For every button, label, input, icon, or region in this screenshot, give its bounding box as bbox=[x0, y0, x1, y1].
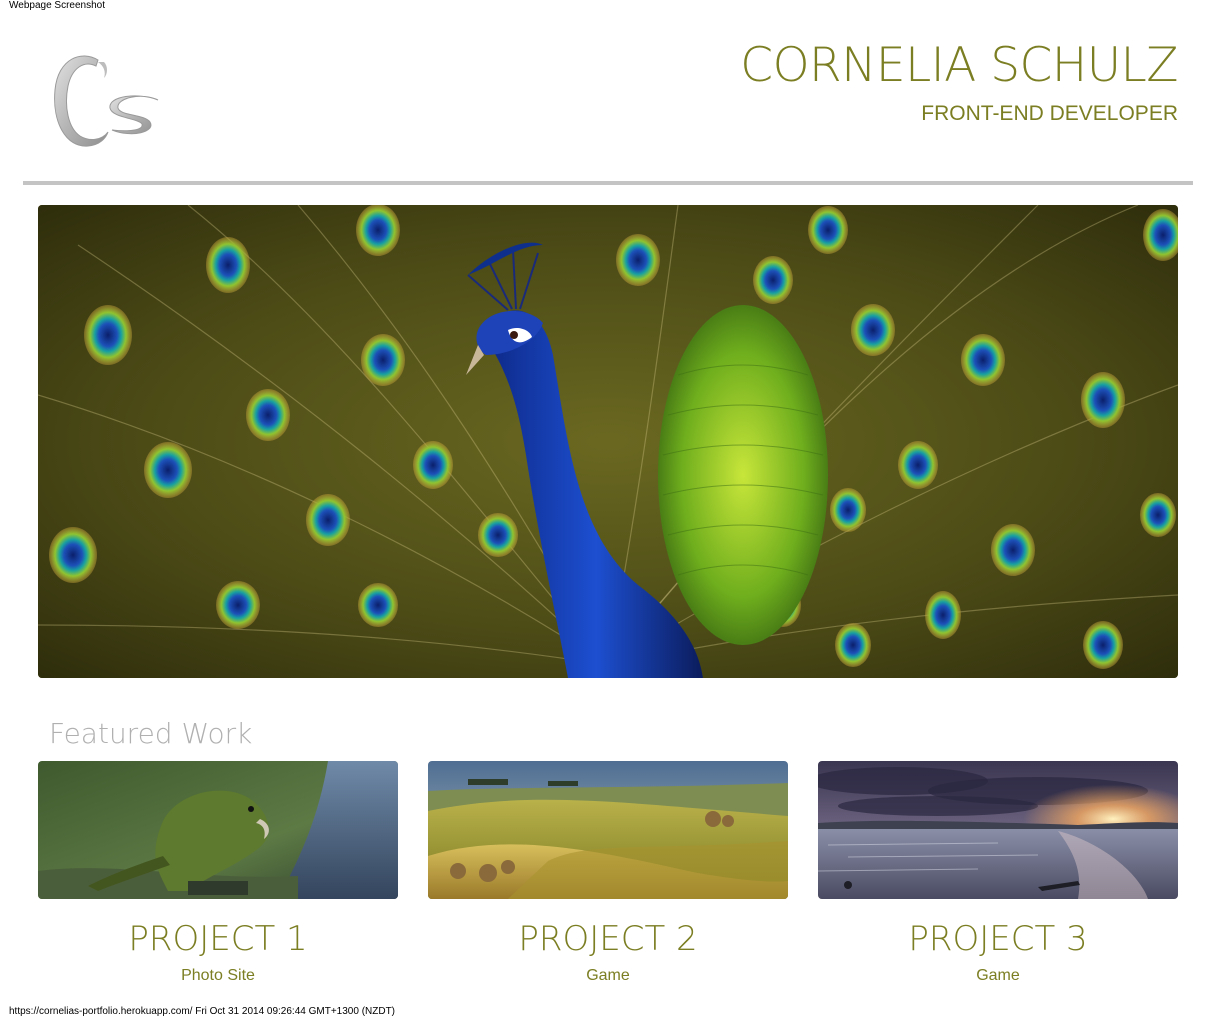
logo-cs-graphic bbox=[54, 55, 159, 147]
hero-illustration bbox=[38, 205, 1178, 678]
project-card-3[interactable]: PROJECT 3 Game bbox=[818, 761, 1178, 985]
rolling-hills-thumbnail[interactable] bbox=[428, 761, 788, 899]
project-1-image bbox=[38, 761, 398, 899]
peacock-hero-image bbox=[38, 205, 1178, 678]
beach-sunset-thumbnail[interactable] bbox=[818, 761, 1178, 899]
project-3-subtitle: Game bbox=[976, 967, 1020, 984]
project-2-title[interactable]: PROJECT 2 bbox=[428, 919, 788, 959]
kea-parrot-thumbnail[interactable] bbox=[38, 761, 398, 899]
capture-label: Webpage Screenshot bbox=[9, 0, 105, 11]
project-3-title[interactable]: PROJECT 3 bbox=[818, 919, 1178, 959]
capture-footer: https://cornelias-portfolio.herokuapp.co… bbox=[9, 1006, 396, 1017]
project-card-2[interactable]: PROJECT 2 Game bbox=[428, 761, 788, 985]
project-3-image bbox=[818, 761, 1178, 899]
job-title: FRONT-END DEVELOPER bbox=[921, 102, 1178, 125]
project-2-subtitle: Game bbox=[586, 967, 630, 984]
site-owner-name: CORNELIA SCHULZ bbox=[740, 38, 1178, 93]
logo[interactable] bbox=[46, 48, 168, 154]
project-1-subtitle: Photo Site bbox=[181, 967, 255, 984]
featured-work-heading: Featured Work bbox=[49, 717, 253, 750]
project-1-title[interactable]: PROJECT 1 bbox=[38, 919, 398, 959]
project-card-1[interactable]: PROJECT 1 Photo Site bbox=[38, 761, 398, 985]
header-divider bbox=[23, 181, 1193, 185]
project-2-image bbox=[428, 761, 788, 899]
